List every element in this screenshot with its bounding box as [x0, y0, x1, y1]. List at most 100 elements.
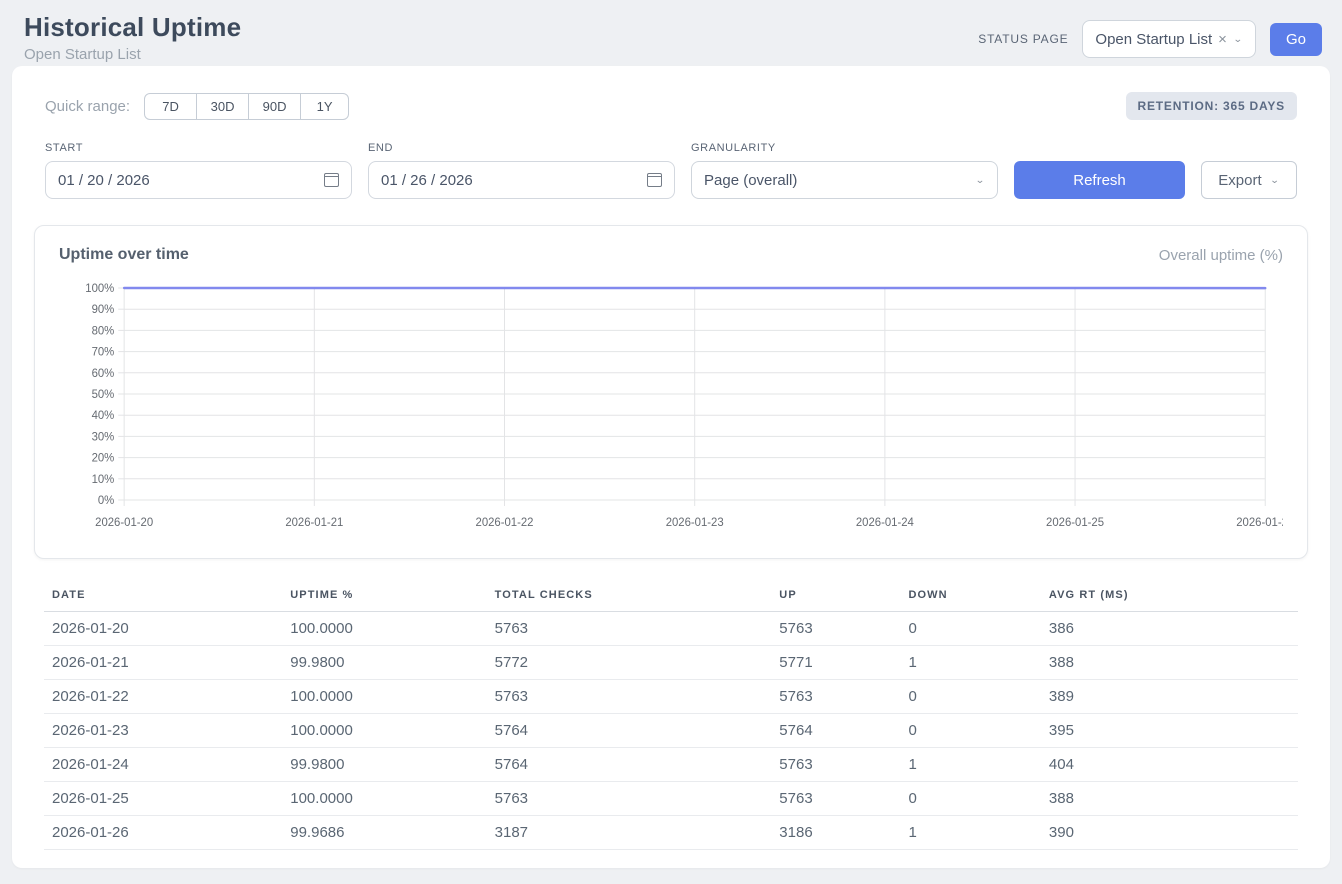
calendar-icon[interactable] — [647, 173, 662, 187]
granularity-select[interactable]: Page (overall) ⌄ — [691, 161, 998, 199]
table-row: 2026-01-25100.0000576357630388 — [44, 782, 1298, 816]
table-cell: 100.0000 — [282, 612, 486, 646]
svg-text:50%: 50% — [92, 389, 115, 401]
table-cell: 100.0000 — [282, 680, 486, 714]
table-cell: 5763 — [771, 748, 900, 782]
table-cell: 5764 — [487, 714, 772, 748]
retention-badge: RETENTION: 365 DAYS — [1126, 92, 1297, 120]
table-cell: 388 — [1041, 782, 1298, 816]
quick-range-row: Quick range: 7D30D90D1Y RETENTION: 365 D… — [33, 92, 1309, 120]
table-cell: 1 — [900, 748, 1040, 782]
svg-text:2026-01-22: 2026-01-22 — [476, 517, 534, 529]
svg-text:2026-01-25: 2026-01-25 — [1046, 517, 1104, 529]
start-date-input[interactable]: 01 / 20 / 2026 — [45, 161, 352, 199]
table-cell: 389 — [1041, 680, 1298, 714]
status-page-label: STATUS PAGE — [978, 32, 1068, 46]
table-cell: 386 — [1041, 612, 1298, 646]
uptime-table: DATEUPTIME %TOTAL CHECKSUPDOWNAVG RT (MS… — [44, 583, 1298, 850]
granularity-field-group: GRANULARITY Page (overall) ⌄ — [691, 142, 998, 199]
table-cell: 388 — [1041, 646, 1298, 680]
start-date-field-group: START 01 / 20 / 2026 — [45, 142, 352, 199]
table-cell: 0 — [900, 714, 1040, 748]
end-date-value: 01 / 26 / 2026 — [381, 172, 473, 189]
chart-title: Uptime over time — [59, 246, 189, 264]
table-cell: 5763 — [487, 680, 772, 714]
uptime-table-header: DATEUPTIME %TOTAL CHECKSUPDOWNAVG RT (MS… — [44, 583, 1298, 612]
table-cell: 2026-01-20 — [44, 612, 282, 646]
column-header: DATE — [44, 583, 282, 612]
table-cell: 2026-01-24 — [44, 748, 282, 782]
table-cell: 2026-01-23 — [44, 714, 282, 748]
table-cell: 100.0000 — [282, 782, 486, 816]
table-cell: 0 — [900, 680, 1040, 714]
start-date-label: START — [45, 142, 352, 154]
status-page-select[interactable]: Open Startup List × ⌄ — [1082, 20, 1256, 58]
export-button[interactable]: Export ⌄ — [1201, 161, 1297, 199]
quick-range-group: Quick range: 7D30D90D1Y — [45, 93, 349, 120]
title-block: Historical Uptime Open Startup List — [24, 12, 241, 63]
end-date-label: END — [368, 142, 675, 154]
table-cell: 1 — [900, 646, 1040, 680]
table-cell: 99.9800 — [282, 646, 486, 680]
chevron-down-icon: ⌄ — [975, 174, 985, 185]
uptime-line-chart: 0%10%20%30%40%50%60%70%80%90%100%2026-01… — [59, 278, 1283, 540]
table-row: 2026-01-22100.0000576357630389 — [44, 680, 1298, 714]
quick-range-button-1y[interactable]: 1Y — [300, 93, 349, 120]
quick-range-button-30d[interactable]: 30D — [196, 93, 249, 120]
table-cell: 3186 — [771, 816, 900, 850]
chevron-down-icon: ⌄ — [1270, 174, 1280, 185]
status-page-controls: STATUS PAGE Open Startup List × ⌄ Go — [978, 20, 1322, 58]
table-cell: 5764 — [771, 714, 900, 748]
svg-text:0%: 0% — [98, 495, 114, 507]
page-subtitle: Open Startup List — [24, 46, 241, 63]
svg-text:2026-01-21: 2026-01-21 — [285, 517, 343, 529]
svg-text:2026-01-20: 2026-01-20 — [95, 517, 153, 529]
svg-text:2026-01-23: 2026-01-23 — [666, 517, 724, 529]
page-title: Historical Uptime — [24, 12, 241, 43]
svg-text:100%: 100% — [85, 283, 114, 295]
column-header: TOTAL CHECKS — [487, 583, 772, 612]
granularity-selected-value: Page (overall) — [704, 172, 797, 189]
quick-range-label: Quick range: — [45, 98, 130, 115]
uptime-chart-card: Uptime over time Overall uptime (%) 0% 10… — [34, 225, 1308, 559]
table-cell: 99.9686 — [282, 816, 486, 850]
go-button[interactable]: Go — [1270, 23, 1322, 56]
table-cell: 390 — [1041, 816, 1298, 850]
table-cell: 100.0000 — [282, 714, 486, 748]
table-cell: 99.9800 — [282, 748, 486, 782]
main-panel: Quick range: 7D30D90D1Y RETENTION: 365 D… — [12, 66, 1330, 868]
quick-range-button-90d[interactable]: 90D — [248, 93, 301, 120]
svg-text:40%: 40% — [92, 410, 115, 422]
uptime-table-body: 2026-01-20100.00005763576303862026-01-21… — [44, 612, 1298, 850]
table-cell: 5763 — [487, 782, 772, 816]
clear-selection-icon[interactable]: × — [1218, 31, 1227, 48]
table-cell: 395 — [1041, 714, 1298, 748]
table-cell: 5763 — [487, 612, 772, 646]
chevron-down-icon: ⌄ — [1233, 33, 1243, 44]
table-cell: 5763 — [771, 782, 900, 816]
table-cell: 1 — [900, 816, 1040, 850]
quick-range-buttons: 7D30D90D1Y — [144, 93, 349, 120]
svg-text:70%: 70% — [92, 347, 115, 359]
status-page-selected-value: Open Startup List — [1095, 31, 1212, 48]
refresh-button[interactable]: Refresh — [1014, 161, 1185, 199]
table-cell: 2026-01-26 — [44, 816, 282, 850]
chart-legend-label: Overall uptime (%) — [1159, 247, 1283, 264]
table-cell: 2026-01-25 — [44, 782, 282, 816]
table-cell: 2026-01-21 — [44, 646, 282, 680]
table-cell: 404 — [1041, 748, 1298, 782]
end-date-input[interactable]: 01 / 26 / 2026 — [368, 161, 675, 199]
svg-text:80%: 80% — [92, 325, 115, 337]
table-cell: 5764 — [487, 748, 772, 782]
table-cell: 0 — [900, 782, 1040, 816]
quick-range-button-7d[interactable]: 7D — [144, 93, 197, 120]
svg-text:2026-01-24: 2026-01-24 — [856, 517, 915, 529]
granularity-label: GRANULARITY — [691, 142, 998, 154]
table-cell: 5763 — [771, 680, 900, 714]
table-row: 2026-01-20100.0000576357630386 — [44, 612, 1298, 646]
chart-header: Uptime over time Overall uptime (%) — [59, 246, 1283, 264]
top-header: Historical Uptime Open Startup List STAT… — [0, 0, 1342, 66]
svg-text:30%: 30% — [92, 431, 115, 443]
table-header-row: DATEUPTIME %TOTAL CHECKSUPDOWNAVG RT (MS… — [44, 583, 1298, 612]
calendar-icon[interactable] — [324, 173, 339, 187]
